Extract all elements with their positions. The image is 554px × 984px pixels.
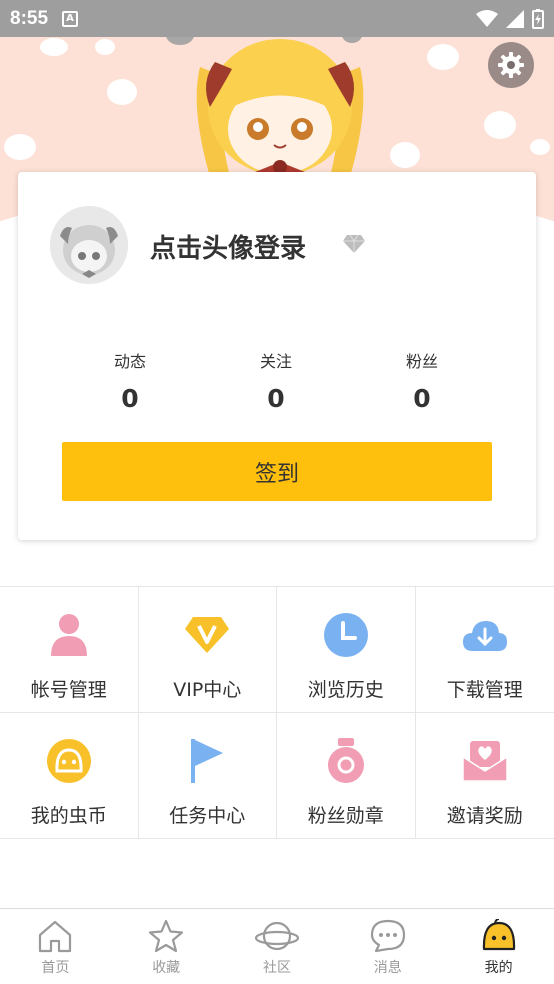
battery-icon	[532, 8, 544, 29]
nav-mine[interactable]: 我的	[443, 909, 554, 984]
stat-followers[interactable]: 粉丝 0	[350, 348, 494, 413]
star-icon	[149, 919, 184, 953]
status-time: 8:55	[10, 7, 49, 29]
home-icon	[39, 920, 72, 953]
settings-button[interactable]	[488, 42, 534, 88]
invite-envelope-icon	[462, 741, 508, 782]
chat-icon	[370, 919, 405, 953]
stat-value: 0	[121, 384, 139, 413]
stat-value: 0	[413, 384, 431, 413]
menu-task-center[interactable]: 任务中心	[139, 713, 277, 838]
nav-label: 我的	[484, 960, 513, 976]
cloud-download-icon	[462, 621, 507, 651]
signal-icon	[506, 9, 524, 28]
profile-screen: 8:55 A 点击头像登录 动态 0 关注 0 粉丝 0 签到 帐号管理 VIP…	[0, 0, 554, 984]
menu-fan-medal[interactable]: 粉丝勋章	[277, 713, 416, 838]
notification-icon: A	[62, 10, 79, 27]
stat-label: 粉丝	[405, 352, 438, 371]
avatar[interactable]	[50, 206, 128, 284]
stat-label: 关注	[259, 352, 292, 371]
stat-following[interactable]: 关注 0	[204, 348, 348, 413]
menu-vip-center[interactable]: VIP中心	[139, 587, 277, 712]
coin-icon	[46, 739, 91, 783]
menu-label: 邀请奖励	[446, 805, 523, 827]
clock-icon	[323, 613, 368, 657]
menu-label: 我的虫币	[30, 805, 107, 827]
mascot-illustration	[196, 39, 364, 177]
menu-label: VIP中心	[173, 679, 242, 701]
menu-browse-history[interactable]: 浏览历史	[277, 587, 416, 712]
status-icons	[476, 8, 544, 29]
profile-stats: 动态 0 关注 0 粉丝 0	[18, 348, 536, 413]
menu-invite-reward[interactable]: 邀请奖励	[416, 713, 554, 838]
wifi-icon	[476, 9, 498, 27]
user-icon	[50, 614, 87, 656]
signin-button[interactable]: 签到	[62, 442, 492, 501]
nav-community[interactable]: 社区	[222, 909, 333, 984]
vip-diamond-icon	[185, 617, 230, 653]
default-avatar-icon	[50, 206, 128, 284]
nav-messages[interactable]: 消息	[332, 909, 443, 984]
menu-label: 浏览历史	[307, 679, 384, 701]
menu-label: 下载管理	[446, 679, 523, 701]
nav-label: 收藏	[152, 960, 181, 976]
nav-label: 消息	[373, 960, 402, 976]
status-bar: 8:55 A	[0, 0, 554, 37]
gear-icon	[498, 52, 524, 78]
nav-home[interactable]: 首页	[0, 909, 111, 984]
bug-face-icon	[482, 919, 515, 951]
menu-label: 粉丝勋章	[307, 805, 384, 827]
grid-row: 我的虫币 任务中心 粉丝勋章 邀请奖励	[0, 713, 554, 839]
nav-label: 首页	[41, 960, 70, 976]
medal-icon	[327, 738, 364, 783]
stat-label: 动态	[113, 352, 146, 371]
menu-download-management[interactable]: 下载管理	[416, 587, 554, 712]
vip-diamond-icon	[343, 234, 365, 253]
grid-row: 帐号管理 VIP中心 浏览历史 下载管理	[0, 587, 554, 713]
planet-icon	[254, 921, 299, 951]
menu-account-management[interactable]: 帐号管理	[0, 587, 139, 712]
feature-grid: 帐号管理 VIP中心 浏览历史 下载管理 我的虫币 任务中心 粉丝勋章 邀请奖励	[0, 586, 554, 839]
stat-value: 0	[267, 384, 285, 413]
nav-label: 社区	[262, 960, 291, 976]
login-prompt[interactable]: 点击头像登录	[150, 228, 306, 265]
menu-my-coins[interactable]: 我的虫币	[0, 713, 139, 838]
menu-label: 任务中心	[169, 805, 246, 827]
flag-icon	[191, 739, 224, 783]
profile-card: 点击头像登录 动态 0 关注 0 粉丝 0 签到	[18, 172, 536, 540]
nav-favorites[interactable]: 收藏	[111, 909, 222, 984]
bottom-nav: 首页 收藏 社区 消息 我的	[0, 908, 554, 984]
stat-posts[interactable]: 动态 0	[58, 348, 202, 413]
menu-label: 帐号管理	[30, 679, 107, 701]
